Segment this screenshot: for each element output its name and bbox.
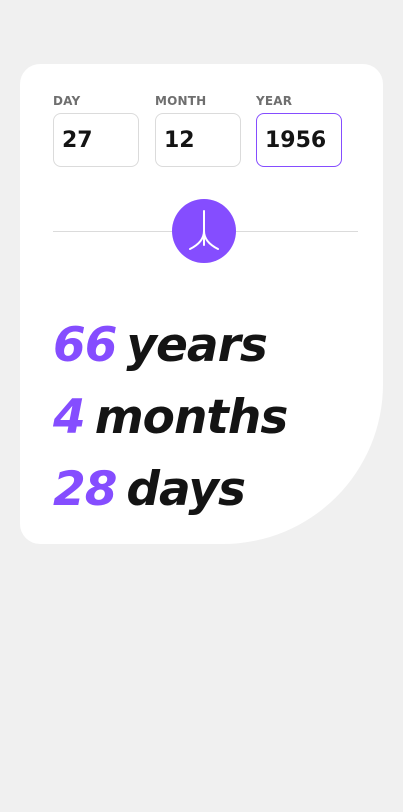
years-value: 66	[53, 318, 117, 373]
month-input[interactable]	[155, 113, 241, 167]
days-result: 28 days	[53, 454, 287, 526]
years-unit: years	[126, 318, 267, 373]
result-panel: 66 years 4 months 28 days	[53, 310, 289, 526]
day-field: DAY	[53, 95, 139, 167]
calculate-button[interactable]	[172, 199, 236, 263]
days-value: 28	[53, 462, 117, 517]
month-label: MONTH	[155, 94, 207, 108]
day-label: DAY	[53, 94, 81, 108]
months-unit: months	[94, 390, 289, 445]
year-label: YEAR	[256, 94, 293, 108]
days-unit: days	[126, 462, 246, 517]
arrow-down-icon	[189, 210, 219, 250]
day-input[interactable]	[53, 113, 139, 167]
month-field: MONTH	[155, 95, 241, 167]
year-input[interactable]	[256, 113, 342, 167]
months-value: 4	[53, 390, 86, 445]
year-field: YEAR	[256, 95, 342, 167]
months-result: 4 months	[53, 382, 289, 454]
years-result: 66 years	[53, 310, 287, 382]
age-calculator-card: DAY MONTH YEAR 66years 4months 28days	[20, 64, 383, 544]
